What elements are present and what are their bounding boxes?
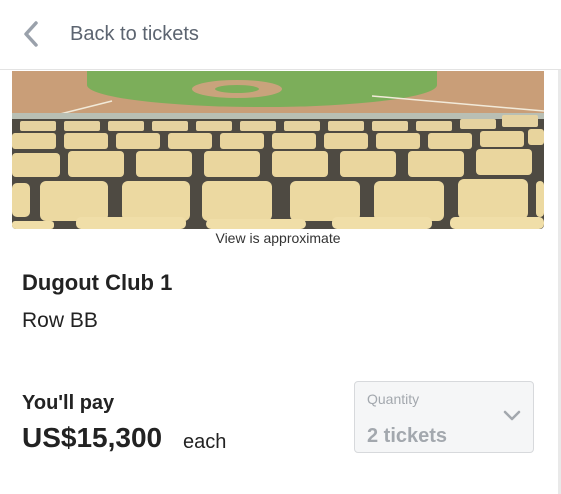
row-name: Row BB bbox=[22, 309, 98, 332]
section-name: Dugout Club 1 bbox=[22, 270, 173, 295]
quantity-value: 2 tickets bbox=[367, 425, 448, 447]
pay-label: You'll pay bbox=[22, 392, 115, 414]
back-label: Back to tickets bbox=[70, 23, 199, 45]
page-header: Back to tickets bbox=[0, 0, 561, 70]
seat-view-image bbox=[12, 71, 544, 229]
price: US$15,300 bbox=[22, 422, 163, 453]
view-approximate-caption: View is approximate bbox=[215, 230, 341, 246]
chevron-down-icon bbox=[503, 409, 521, 427]
quantity-select[interactable]: Quantity 2 tickets bbox=[354, 381, 534, 453]
price-unit: each bbox=[183, 431, 227, 453]
back-to-tickets-link[interactable]: Back to tickets bbox=[22, 20, 199, 48]
chevron-left-icon bbox=[22, 20, 40, 48]
quantity-label: Quantity bbox=[367, 391, 420, 407]
